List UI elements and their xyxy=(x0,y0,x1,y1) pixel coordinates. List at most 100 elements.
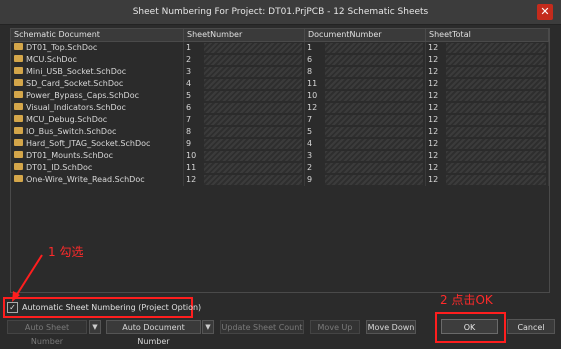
cell-hatch-pattern xyxy=(325,151,423,161)
table-row[interactable]: Mini_USB_Socket.SchDoc 3 8 12 xyxy=(11,66,549,78)
schematic-document-cell[interactable]: Power_Bypass_Caps.SchDoc xyxy=(11,90,184,102)
auto-sheet-number-button[interactable]: Auto Sheet Number xyxy=(7,320,87,346)
cancel-button[interactable]: Cancel xyxy=(507,319,555,334)
cell-hatch-pattern xyxy=(204,151,302,161)
auto-document-number-dropdown[interactable]: ▼ xyxy=(202,320,214,334)
schematic-document-name: SD_Card_Socket.SchDoc xyxy=(26,79,124,88)
cell-hatch-pattern xyxy=(325,79,423,89)
table-row[interactable]: MCU.SchDoc 2 6 12 xyxy=(11,54,549,66)
sheet-number-cell[interactable]: 3 xyxy=(184,66,305,78)
schematic-document-icon xyxy=(14,151,23,158)
table-row[interactable]: Hard_Soft_JTAG_Socket.SchDoc 9 4 12 xyxy=(11,138,549,150)
table-row[interactable]: DT01_ID.SchDoc 11 2 12 xyxy=(11,162,549,174)
document-number-cell[interactable]: 1 xyxy=(305,42,426,54)
schematic-document-name: IO_Bus_Switch.SchDoc xyxy=(26,127,117,136)
auto-numbering-checkbox[interactable]: ✓ xyxy=(7,301,18,313)
document-number-cell-value: 7 xyxy=(307,115,313,124)
document-number-cell[interactable]: 9 xyxy=(305,174,426,186)
sheet-number-cell-value: 9 xyxy=(186,139,192,148)
auto-document-number-button[interactable]: Auto Document Number xyxy=(106,320,201,346)
sheet-total-cell[interactable]: 12 xyxy=(426,114,549,126)
schematic-document-cell[interactable]: DT01_Mounts.SchDoc xyxy=(11,150,184,162)
table-row[interactable]: MCU_Debug.SchDoc 7 7 12 xyxy=(11,114,549,126)
document-number-cell[interactable]: 7 xyxy=(305,114,426,126)
cell-hatch-pattern xyxy=(204,115,302,125)
sheet-total-cell-value: 12 xyxy=(428,151,439,160)
document-number-cell[interactable]: 11 xyxy=(305,78,426,90)
document-number-cell[interactable]: 3 xyxy=(305,150,426,162)
cell-hatch-pattern xyxy=(446,127,546,137)
schematic-document-cell[interactable]: SD_Card_Socket.SchDoc xyxy=(11,78,184,90)
schematic-document-cell[interactable]: One-Wire_Write_Read.SchDoc xyxy=(11,174,184,186)
document-number-cell[interactable]: 2 xyxy=(305,162,426,174)
move-down-button[interactable]: Move Down xyxy=(366,320,416,334)
cell-hatch-pattern xyxy=(204,163,302,173)
table-row[interactable]: Visual_Indicators.SchDoc 6 12 12 xyxy=(11,102,549,114)
sheet-total-cell[interactable]: 12 xyxy=(426,126,549,138)
sheet-number-cell[interactable]: 8 xyxy=(184,126,305,138)
title-bar: Sheet Numbering For Project: DT01.PrjPCB… xyxy=(0,0,561,25)
column-header-sheet-number[interactable]: SheetNumber xyxy=(184,29,305,41)
document-number-cell[interactable]: 12 xyxy=(305,102,426,114)
sheet-total-cell[interactable]: 12 xyxy=(426,90,549,102)
sheet-total-cell-value: 12 xyxy=(428,175,439,184)
sheet-total-cell[interactable]: 12 xyxy=(426,162,549,174)
sheet-total-cell-value: 12 xyxy=(428,139,439,148)
sheet-number-cell[interactable]: 11 xyxy=(184,162,305,174)
sheet-number-cell[interactable]: 2 xyxy=(184,54,305,66)
table-row[interactable]: IO_Bus_Switch.SchDoc 8 5 12 xyxy=(11,126,549,138)
schematic-document-cell[interactable]: MCU.SchDoc xyxy=(11,54,184,66)
close-button[interactable]: ✕ xyxy=(537,4,553,20)
schematic-document-cell[interactable]: MCU_Debug.SchDoc xyxy=(11,114,184,126)
auto-numbering-option[interactable]: ✓ Automatic Sheet Numbering (Project Opt… xyxy=(7,301,201,313)
sheet-total-cell[interactable]: 12 xyxy=(426,42,549,54)
update-sheet-count-button[interactable]: Update Sheet Count xyxy=(220,320,304,334)
sheet-total-cell[interactable]: 12 xyxy=(426,78,549,90)
move-up-button[interactable]: Move Up xyxy=(310,320,360,334)
schematic-document-cell[interactable]: Visual_Indicators.SchDoc xyxy=(11,102,184,114)
sheet-number-cell[interactable]: 1 xyxy=(184,42,305,54)
table-row[interactable]: One-Wire_Write_Read.SchDoc 12 9 12 xyxy=(11,174,549,186)
column-header-sheet-total[interactable]: SheetTotal xyxy=(426,29,549,41)
schematic-document-cell[interactable]: DT01_Top.SchDoc xyxy=(11,42,184,54)
sheet-total-cell[interactable]: 12 xyxy=(426,54,549,66)
sheet-number-cell-value: 12 xyxy=(186,175,197,184)
schematic-document-cell[interactable]: IO_Bus_Switch.SchDoc xyxy=(11,126,184,138)
table-row[interactable]: SD_Card_Socket.SchDoc 4 11 12 xyxy=(11,78,549,90)
table-row[interactable]: DT01_Top.SchDoc 1 1 12 xyxy=(11,42,549,54)
table-row[interactable]: Power_Bypass_Caps.SchDoc 5 10 12 xyxy=(11,90,549,102)
document-number-cell-value: 5 xyxy=(307,127,313,136)
auto-sheet-number-dropdown[interactable]: ▼ xyxy=(89,320,101,334)
sheet-number-cell[interactable]: 12 xyxy=(184,174,305,186)
sheet-total-cell[interactable]: 12 xyxy=(426,150,549,162)
sheet-number-cell[interactable]: 7 xyxy=(184,114,305,126)
document-number-cell[interactable]: 6 xyxy=(305,54,426,66)
document-number-cell-value: 8 xyxy=(307,67,313,76)
schematic-document-icon xyxy=(14,67,23,74)
sheet-total-cell[interactable]: 12 xyxy=(426,66,549,78)
sheet-number-cell-value: 5 xyxy=(186,91,192,100)
document-number-cell[interactable]: 8 xyxy=(305,66,426,78)
schematic-document-name: Visual_Indicators.SchDoc xyxy=(26,103,126,112)
column-header-document-number[interactable]: DocumentNumber xyxy=(305,29,426,41)
schematic-document-cell[interactable]: DT01_ID.SchDoc xyxy=(11,162,184,174)
ok-button[interactable]: OK xyxy=(441,319,498,334)
document-number-cell-value: 12 xyxy=(307,103,318,112)
document-number-cell[interactable]: 5 xyxy=(305,126,426,138)
sheet-total-cell[interactable]: 12 xyxy=(426,102,549,114)
sheet-number-cell[interactable]: 5 xyxy=(184,90,305,102)
sheet-number-cell[interactable]: 4 xyxy=(184,78,305,90)
sheet-total-cell-value: 12 xyxy=(428,103,439,112)
sheet-total-cell[interactable]: 12 xyxy=(426,174,549,186)
document-number-cell-value: 4 xyxy=(307,139,313,148)
schematic-document-cell[interactable]: Mini_USB_Socket.SchDoc xyxy=(11,66,184,78)
document-number-cell[interactable]: 4 xyxy=(305,138,426,150)
sheet-number-cell[interactable]: 10 xyxy=(184,150,305,162)
schematic-document-cell[interactable]: Hard_Soft_JTAG_Socket.SchDoc xyxy=(11,138,184,150)
sheet-total-cell[interactable]: 12 xyxy=(426,138,549,150)
column-header-schematic-document[interactable]: Schematic Document xyxy=(11,29,184,41)
sheet-number-cell[interactable]: 9 xyxy=(184,138,305,150)
document-number-cell[interactable]: 10 xyxy=(305,90,426,102)
table-row[interactable]: DT01_Mounts.SchDoc 10 3 12 xyxy=(11,150,549,162)
sheet-number-cell[interactable]: 6 xyxy=(184,102,305,114)
